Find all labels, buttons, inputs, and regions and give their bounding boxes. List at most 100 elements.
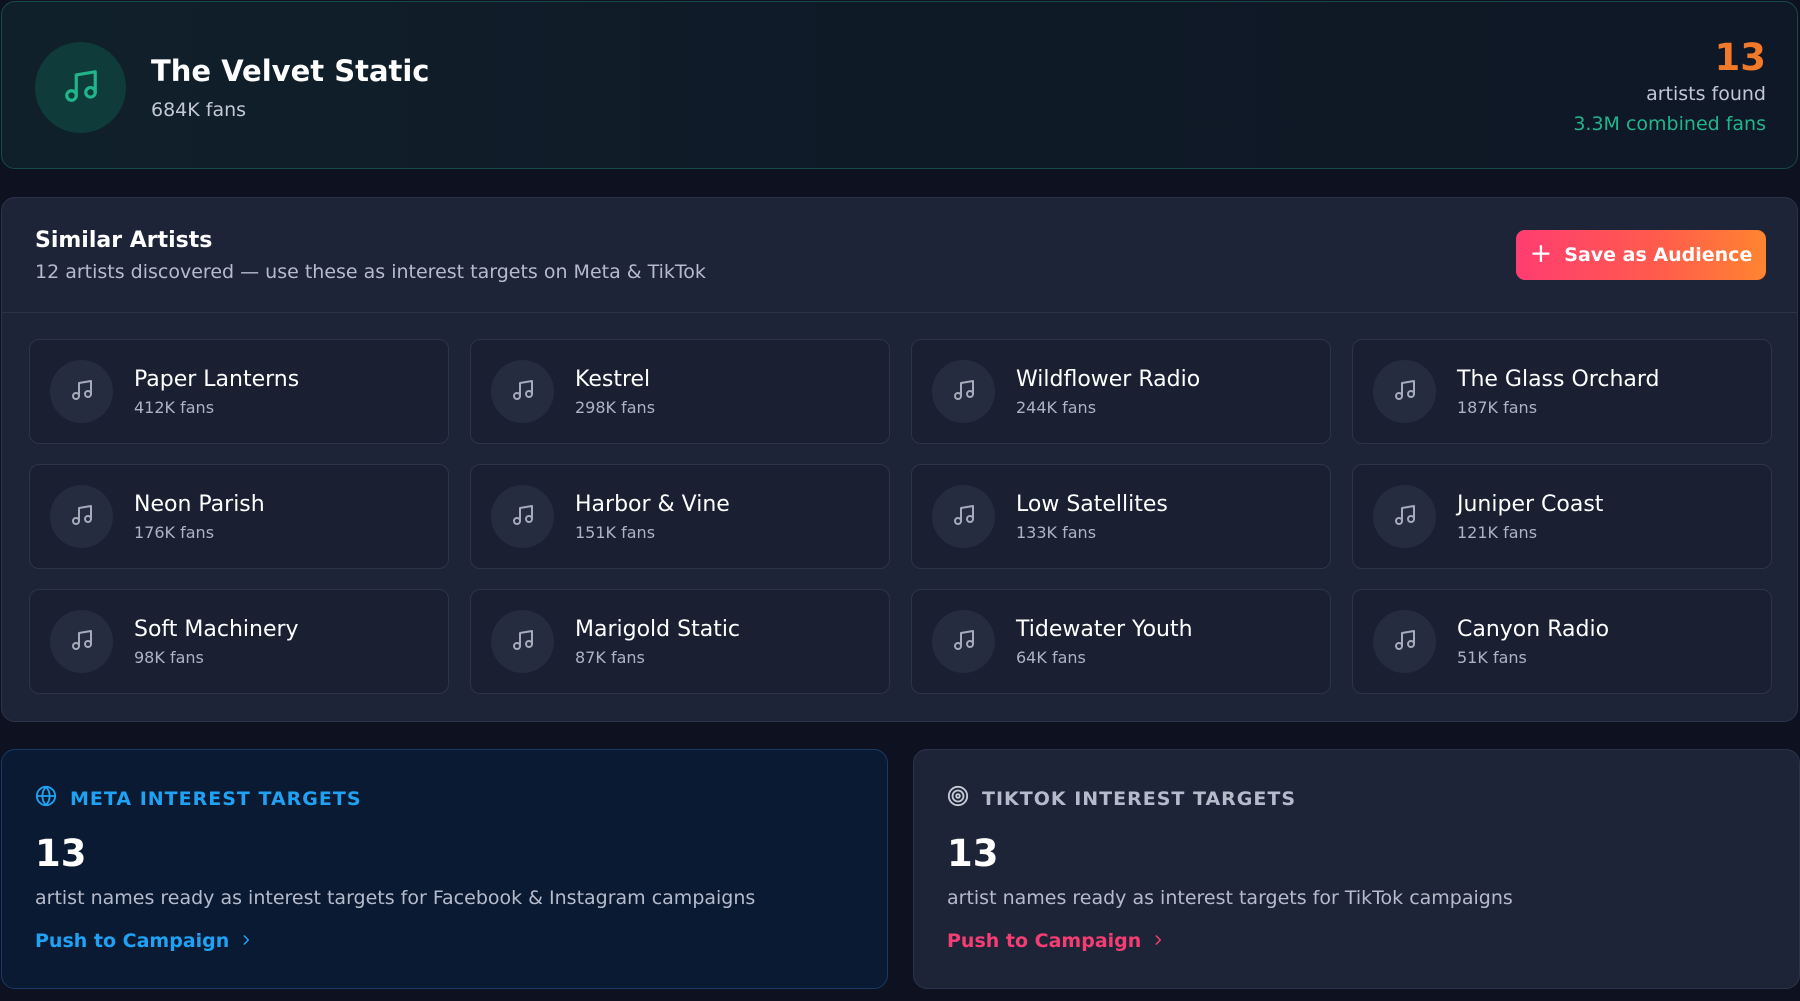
artist-card-fans: 187K fans: [1457, 397, 1538, 417]
music-note-icon: [511, 628, 535, 656]
artists-found-label: artists found: [1646, 83, 1766, 105]
music-note-icon: [952, 628, 976, 656]
similar-artists-panel: Similar Artists 12 artists discovered — …: [1, 197, 1798, 722]
artist-card-fans: 298K fans: [575, 397, 656, 417]
artist-card-avatar: [1373, 485, 1436, 548]
meta-push-label: Push to Campaign: [35, 930, 230, 952]
artist-card[interactable]: Soft Machinery 98K fans: [29, 589, 449, 694]
tiktok-targets-header: TIKTOK INTEREST TARGETS: [947, 785, 1296, 812]
artist-card-text: Low Satellites 133K fans: [1016, 490, 1168, 544]
artist-card[interactable]: Kestrel 298K fans: [470, 339, 890, 444]
artist-card-fans: 176K fans: [134, 522, 215, 542]
artist-card-avatar: [932, 610, 995, 673]
artist-card[interactable]: The Glass Orchard 187K fans: [1352, 339, 1772, 444]
save-audience-label: Save as Audience: [1564, 244, 1753, 266]
artist-card-avatar: [491, 360, 554, 423]
artist-card-name: Tidewater Youth: [1016, 616, 1193, 642]
artist-card-name: Kestrel: [575, 366, 651, 392]
artist-card-text: Canyon Radio 51K fans: [1457, 615, 1609, 669]
artist-card-name: Neon Parish: [134, 491, 265, 517]
artist-card[interactable]: Harbor & Vine 151K fans: [470, 464, 890, 569]
artist-card-avatar: [491, 485, 554, 548]
music-note-icon: [1393, 503, 1417, 531]
music-note-icon: [70, 503, 94, 531]
chevron-right-icon: [239, 930, 253, 952]
music-note-icon: [952, 503, 976, 531]
artist-card-avatar: [50, 485, 113, 548]
artist-card-text: Soft Machinery 98K fans: [134, 615, 299, 669]
meta-targets-title: META INTEREST TARGETS: [70, 787, 362, 810]
artist-card-avatar: [50, 360, 113, 423]
chevron-right-icon: [1151, 930, 1165, 952]
artist-card-fans: 151K fans: [575, 522, 656, 542]
artist-card-text: Juniper Coast 121K fans: [1457, 490, 1603, 544]
artist-card[interactable]: Canyon Radio 51K fans: [1352, 589, 1772, 694]
globe-icon: [35, 785, 57, 812]
section-subtitle: 12 artists discovered — use these as int…: [35, 261, 706, 283]
artist-card-text: Paper Lanterns 412K fans: [134, 365, 299, 419]
artist-card-fans: 133K fans: [1016, 522, 1097, 542]
combined-fans: 3.3M combined fans: [1573, 113, 1766, 135]
artist-card-fans: 87K fans: [575, 647, 645, 667]
artist-card-fans: 51K fans: [1457, 647, 1527, 667]
target-icon: [947, 785, 969, 812]
tiktok-push-to-campaign-link[interactable]: Push to Campaign: [947, 930, 1165, 952]
artist-card-text: Kestrel 298K fans: [575, 365, 655, 419]
artist-card-name: Low Satellites: [1016, 491, 1168, 517]
artist-card[interactable]: Juniper Coast 121K fans: [1352, 464, 1772, 569]
tiktok-targets-card: TIKTOK INTEREST TARGETS 13 artist names …: [913, 749, 1800, 989]
artist-card[interactable]: Marigold Static 87K fans: [470, 589, 890, 694]
artist-card[interactable]: Low Satellites 133K fans: [911, 464, 1331, 569]
artist-card-name: Juniper Coast: [1457, 491, 1604, 517]
artist-card-text: Harbor & Vine 151K fans: [575, 490, 730, 544]
artist-fans: 684K fans: [151, 99, 247, 121]
divider: [2, 312, 1797, 313]
artist-card-avatar: [491, 610, 554, 673]
meta-targets-card: META INTEREST TARGETS 13 artist names re…: [1, 749, 888, 989]
artist-avatar: [35, 42, 126, 133]
artist-card-avatar: [1373, 360, 1436, 423]
artist-grid: Paper Lanterns 412K fans Kestrel 298K fans W…: [29, 339, 1772, 694]
plus-icon: +: [1529, 238, 1553, 269]
artist-card[interactable]: Tidewater Youth 64K fans: [911, 589, 1331, 694]
artist-card[interactable]: Paper Lanterns 412K fans: [29, 339, 449, 444]
artist-card-name: Canyon Radio: [1457, 616, 1610, 642]
artist-stats: 13 artists found 3.3M combined fans: [1573, 36, 1766, 139]
tiktok-targets-description: artist names ready as interest targets f…: [947, 887, 1513, 909]
artist-card-fans: 412K fans: [134, 397, 215, 417]
artist-card-name: Harbor & Vine: [575, 491, 730, 517]
music-note-icon: [952, 378, 976, 406]
artist-card[interactable]: Neon Parish 176K fans: [29, 464, 449, 569]
music-note-icon: [70, 628, 94, 656]
meta-targets-header: META INTEREST TARGETS: [35, 785, 362, 812]
artist-name: The Velvet Static: [151, 54, 430, 88]
tiktok-targets-title: TIKTOK INTEREST TARGETS: [982, 787, 1297, 810]
music-note-icon: [511, 378, 535, 406]
artist-header: The Velvet Static 684K fans 13 artists f…: [1, 1, 1798, 169]
meta-push-to-campaign-link[interactable]: Push to Campaign: [35, 930, 253, 952]
artist-card-text: The Glass Orchard 187K fans: [1457, 365, 1660, 419]
artist-card-avatar: [1373, 610, 1436, 673]
meta-targets-description: artist names ready as interest targets f…: [35, 887, 756, 909]
artist-card-text: Marigold Static 87K fans: [575, 615, 740, 669]
artist-card-text: Neon Parish 176K fans: [134, 490, 265, 544]
artist-card-name: The Glass Orchard: [1457, 366, 1660, 392]
section-title: Similar Artists: [35, 228, 213, 253]
tiktok-push-label: Push to Campaign: [947, 930, 1142, 952]
artist-card[interactable]: Wildflower Radio 244K fans: [911, 339, 1331, 444]
music-note-icon: [62, 67, 100, 109]
meta-targets-count: 13: [35, 832, 87, 875]
artist-card-fans: 64K fans: [1016, 647, 1086, 667]
artist-card-fans: 98K fans: [134, 647, 204, 667]
artists-found-count: 13: [1714, 36, 1767, 79]
music-note-icon: [70, 378, 94, 406]
artist-card-fans: 244K fans: [1016, 397, 1097, 417]
artist-card-name: Soft Machinery: [134, 616, 299, 642]
music-note-icon: [511, 503, 535, 531]
music-note-icon: [1393, 628, 1417, 656]
artist-card-fans: 121K fans: [1457, 522, 1538, 542]
artist-card-name: Marigold Static: [575, 616, 741, 642]
artist-card-avatar: [932, 360, 995, 423]
music-note-icon: [1393, 378, 1417, 406]
save-audience-button[interactable]: + Save as Audience: [1516, 230, 1766, 280]
